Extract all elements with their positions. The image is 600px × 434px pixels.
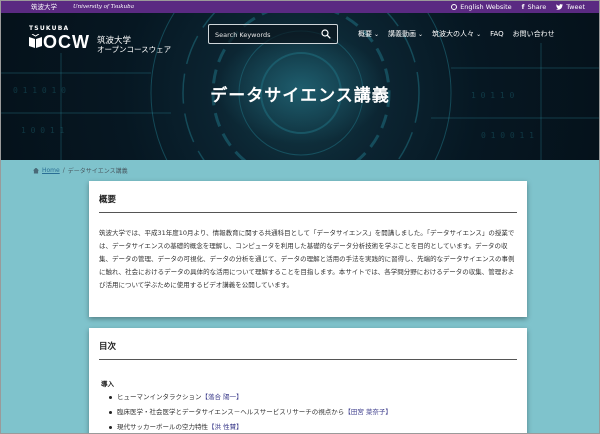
breadcrumb-home-link[interactable]: Home (42, 167, 60, 174)
overview-card: 概要 筑波大学では、平成31年度10月より、情報教育に関する共通科目として「デー… (89, 181, 527, 317)
twitter-icon (556, 4, 564, 10)
chevron-down-icon: ⌄ (476, 30, 482, 38)
globe-icon (451, 4, 458, 10)
lecture-link[interactable]: ヒューマンインタラクション (117, 393, 202, 401)
lecture-link[interactable]: 現代サッカーボールの空力特性 (117, 423, 208, 431)
breadcrumb: Home / データサイエンス講義 (33, 166, 128, 175)
tweet-button[interactable]: Tweet (556, 1, 585, 13)
lecturer-name: 【洪 性賛】 (208, 423, 243, 431)
search-input[interactable] (215, 28, 315, 41)
toc-heading: 目次 (99, 342, 117, 352)
nav-item-label: お問い合わせ (512, 30, 555, 38)
list-item[interactable]: 臨床医学・社会医学とデータサイエンス－ヘルスサービスリサーチの視点から【田宮 菜… (109, 405, 392, 420)
page-title: データサイエンス講義 (210, 86, 390, 106)
nav-item-faq[interactable]: FAQ (490, 29, 504, 39)
hero-banner: 0 1 1 0 1 0 1 0 0 1 1 1 0 1 1 0 0 1 0 0 … (1, 13, 599, 160)
nav-item-label: 概要 (358, 30, 372, 38)
english-website-link[interactable]: English Website (451, 1, 512, 13)
list-item[interactable]: ヒューマンインタラクション【落合 陽一】 (109, 390, 392, 405)
nav-item-overview[interactable]: 概要 ⌄ (358, 29, 379, 39)
home-icon (33, 167, 39, 174)
toc-section-title: 導入 (101, 380, 114, 388)
toc-list: ヒューマンインタラクション【落合 陽一】 臨床医学・社会医学とデータサイエンス－… (109, 390, 392, 433)
lecturer-name: 【落合 陽一】 (201, 393, 243, 401)
search-box (208, 24, 338, 44)
logo-jp-line2: オープンコースウェア (97, 45, 172, 54)
list-item[interactable]: 現代サッカーボールの空力特性【洪 性賛】 (109, 420, 392, 433)
share-button[interactable]: f Share (522, 1, 547, 13)
nav-item-people[interactable]: 筑波大の人々 ⌄ (432, 29, 481, 39)
utility-links: English Website f Share Tweet (451, 1, 585, 13)
nav-item-contact[interactable]: お問い合わせ (513, 29, 555, 39)
breadcrumb-current: データサイエンス講義 (67, 168, 128, 175)
breadcrumb-separator: / (62, 167, 65, 174)
overview-body-text: 筑波大学では、平成31年度10月より、情報教育に関する共通科目として「データサイ… (99, 229, 515, 289)
table-of-contents-card: 目次 導入 ヒューマンインタラクション【落合 陽一】 臨床医学・社会医学とデータ… (89, 328, 527, 433)
facebook-icon: f (521, 3, 525, 11)
lecturer-name: 【田宮 菜奈子】 (344, 408, 392, 416)
overview-heading: 概要 (99, 195, 117, 205)
main-nav: 概要 ⌄ 講義動画 ⌄ 筑波大の人々 ⌄ FAQ お問い合わせ (358, 29, 555, 39)
lecture-link[interactable]: 臨床医学・社会医学とデータサイエンス－ヘルスサービスリサーチの視点から (117, 408, 344, 416)
logo-tsukuba-text: TSUKUBA (29, 25, 70, 32)
chevron-down-icon: ⌄ (374, 30, 380, 38)
tweet-label: Tweet (566, 3, 585, 11)
utility-bar: 筑波大学 University of Tsukuba English Websi… (1, 1, 599, 13)
svg-text:0 1 0 0 1 1: 0 1 0 0 1 1 (481, 131, 534, 140)
english-website-label: English Website (460, 3, 512, 11)
nav-item-label: FAQ (490, 30, 504, 38)
page-frame: 筑波大学 University of Tsukuba English Websi… (0, 0, 600, 434)
share-label: Share (527, 3, 547, 11)
nav-item-label: 講義動画 (388, 30, 417, 38)
nav-item-label: 筑波大の人々 (432, 30, 475, 38)
books-logo-icon (29, 34, 42, 48)
heading-divider (99, 212, 517, 213)
university-name-jp[interactable]: 筑波大学 (31, 1, 57, 13)
heading-divider (99, 359, 517, 360)
chevron-down-icon: ⌄ (418, 30, 424, 38)
search-icon[interactable] (321, 29, 331, 39)
logo-ocw-text: OCW (43, 32, 90, 52)
svg-text:1 0 0 1 1: 1 0 0 1 1 (21, 126, 65, 135)
university-name-en[interactable]: University of Tsukuba (73, 1, 134, 13)
nav-item-lecture-videos[interactable]: 講義動画 ⌄ (388, 29, 423, 39)
